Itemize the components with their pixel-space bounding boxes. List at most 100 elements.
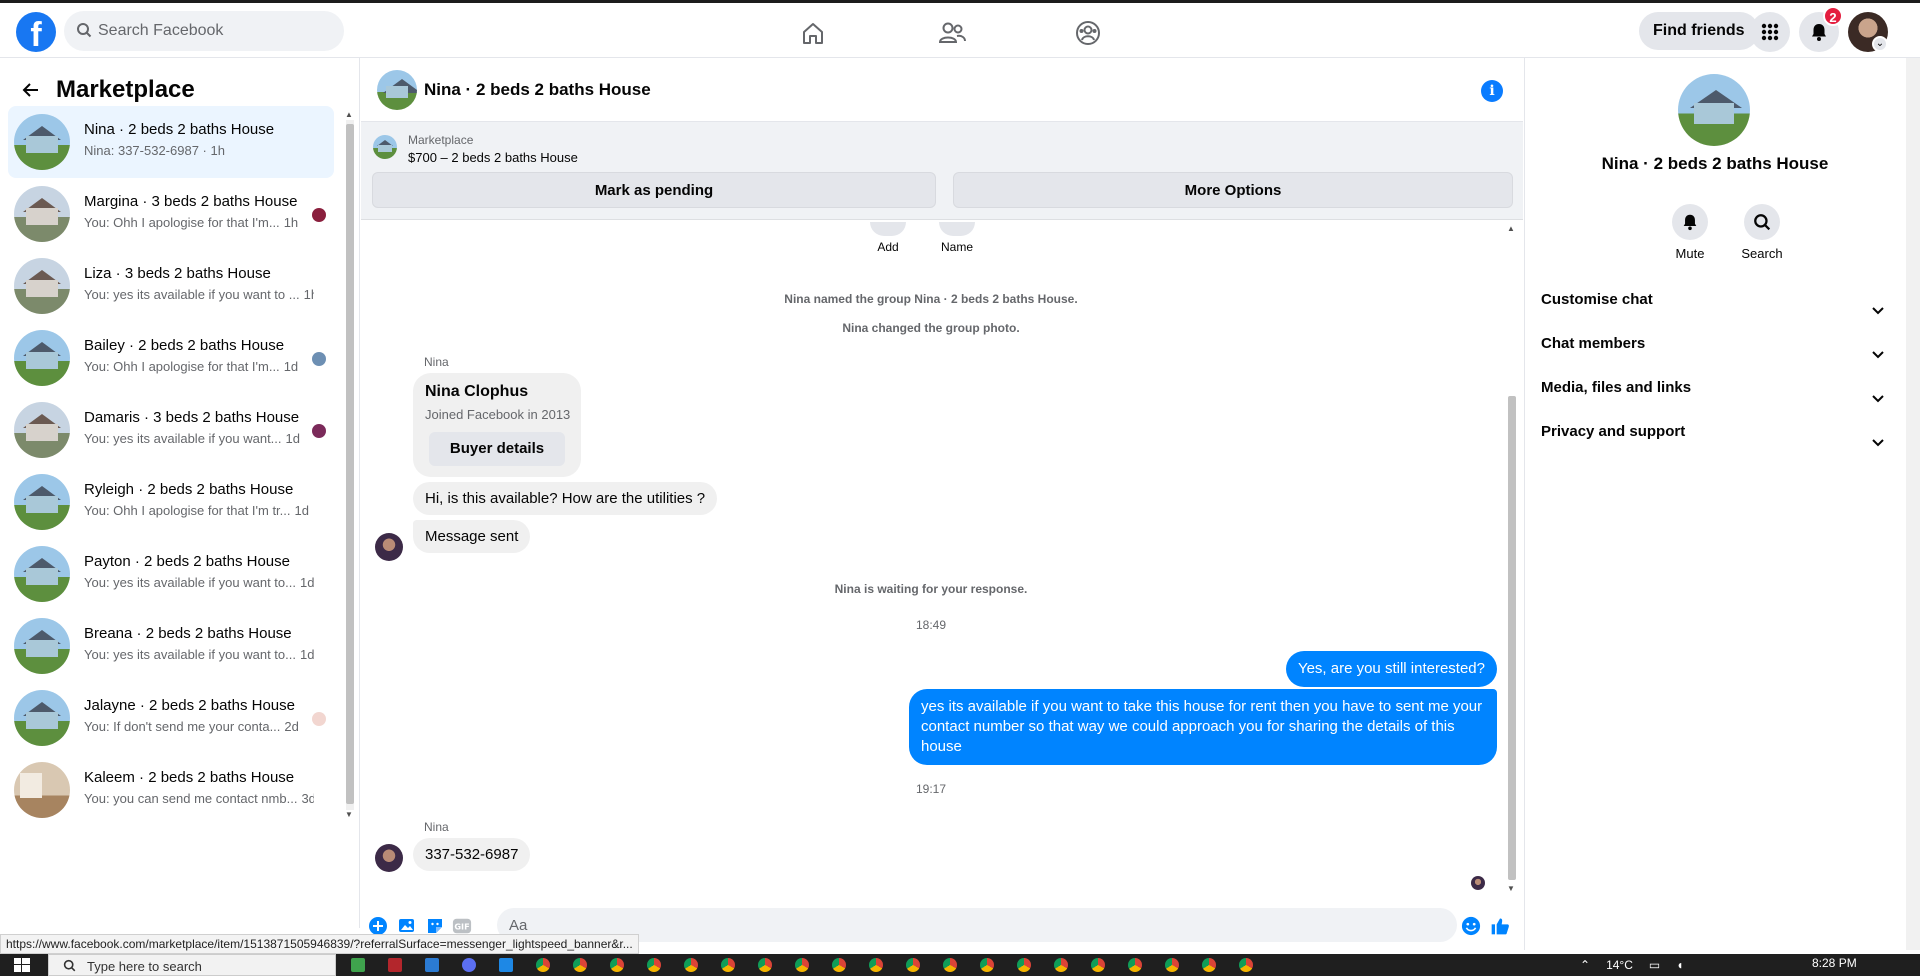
incoming-message[interactable]: Hi, is this available? How are the utili…	[413, 482, 718, 515]
conversation-item[interactable]: Breana · 2 beds 2 baths House You: yes it…	[8, 610, 334, 682]
windows-start-icon[interactable]	[14, 958, 30, 976]
incoming-message[interactable]: 337-532-6987	[413, 838, 531, 871]
clock[interactable]: 8:28 PM	[1812, 956, 1857, 970]
chrome-icon[interactable]	[751, 957, 779, 973]
timestamp: 19:17	[915, 782, 947, 796]
chrome-icon[interactable]	[899, 957, 927, 973]
mark-as-pending-button[interactable]: Mark as pending	[372, 172, 936, 208]
conversation-item[interactable]: Liza · 3 beds 2 baths House You: yes its …	[8, 250, 334, 322]
network-icon[interactable]: ▭	[1649, 958, 1660, 972]
scrollbar-thumb[interactable]	[346, 124, 354, 804]
scroll-up-icon[interactable]: ▲	[1507, 224, 1515, 233]
chrome-icon[interactable]	[788, 957, 816, 973]
buyer-details-button[interactable]: Buyer details	[429, 432, 565, 466]
message-scrollbar[interactable]: ▲ ▼	[1506, 224, 1518, 896]
listing-thumbnail	[14, 618, 70, 674]
page-scrollbar[interactable]	[1906, 58, 1920, 950]
chrome-icon[interactable]	[1010, 957, 1038, 973]
chrome-icon[interactable]	[936, 957, 964, 973]
search-box[interactable]	[64, 11, 344, 51]
media-files-links-row[interactable]: Media, files and links	[1541, 366, 1891, 410]
chrome-icon[interactable]	[1047, 957, 1075, 973]
back-arrow-icon[interactable]	[16, 75, 46, 105]
listing-thumbnail[interactable]	[373, 135, 397, 159]
more-options-button[interactable]: More Options	[953, 172, 1513, 208]
home-icon[interactable]	[795, 15, 831, 51]
thumbs-up-icon[interactable]	[1490, 916, 1510, 936]
photo-icon[interactable]	[397, 916, 417, 936]
chat-avatar[interactable]	[377, 70, 417, 110]
conversation-item[interactable]: Ryleigh · 2 beds 2 baths House You: Ohh I…	[8, 466, 334, 538]
search-input[interactable]	[98, 11, 338, 51]
chrome-icon[interactable]	[1121, 957, 1149, 973]
scroll-down-icon[interactable]: ▼	[1507, 884, 1515, 893]
incoming-message[interactable]: Message sent	[413, 520, 531, 553]
mute-action[interactable]: Mute	[1655, 204, 1725, 261]
privacy-support-row[interactable]: Privacy and support	[1541, 410, 1891, 454]
outgoing-message[interactable]: yes its available if you want to take th…	[909, 689, 1497, 765]
chat-profile-photo[interactable]	[1678, 74, 1750, 146]
friends-icon[interactable]	[934, 15, 970, 51]
sticker-icon[interactable]	[425, 916, 445, 936]
status-url-tooltip: https://www.facebook.com/marketplace/ite…	[0, 934, 639, 954]
scroll-down-icon[interactable]: ▼	[345, 810, 353, 819]
chrome-icon[interactable]	[862, 957, 890, 973]
file-explorer-icon[interactable]	[418, 957, 446, 973]
left-scrollbar[interactable]: ▲ ▼	[344, 110, 356, 820]
customise-chat-row[interactable]: Customise chat	[1541, 278, 1891, 322]
chrome-icon[interactable]	[1084, 957, 1112, 973]
chat-members-row[interactable]: Chat members	[1541, 322, 1891, 366]
taskbar-search[interactable]	[48, 954, 336, 976]
chevron-up-icon[interactable]: ⌃	[1580, 958, 1590, 972]
message-input[interactable]	[497, 908, 1457, 942]
volume-icon[interactable]: ◖	[1676, 958, 1683, 972]
chrome-icon[interactable]	[714, 957, 742, 973]
nina-avatar[interactable]	[375, 533, 403, 561]
taskbar-search-input[interactable]	[87, 955, 287, 976]
chrome-icon[interactable]	[825, 957, 853, 973]
weather-widget[interactable]: 14°C	[1606, 958, 1633, 972]
chrome-icon[interactable]	[603, 957, 631, 973]
conversation-item[interactable]: Jalayne · 2 beds 2 baths House You: If do…	[8, 682, 334, 754]
chrome-icon[interactable]	[1158, 957, 1186, 973]
conversation-item[interactable]: Payton · 2 beds 2 baths House You: yes it…	[8, 538, 334, 610]
name-group-action[interactable]: Name	[932, 222, 982, 254]
chevron-down-icon[interactable]: ⌄	[1872, 36, 1888, 52]
app-icon[interactable]	[492, 957, 520, 973]
chrome-icon[interactable]	[640, 957, 668, 973]
conversation-item[interactable]: Kaleem · 2 beds 2 baths House You: you ca…	[8, 754, 334, 826]
find-friends-button[interactable]: Find friends	[1639, 12, 1759, 50]
add-people-action[interactable]: Add	[863, 222, 913, 254]
plus-circle-icon[interactable]	[368, 916, 388, 936]
facebook-logo-icon[interactable]: f	[16, 12, 56, 52]
app-icon[interactable]	[381, 957, 409, 973]
task-manager-icon[interactable]	[344, 957, 372, 973]
scrollbar-thumb[interactable]	[1508, 396, 1516, 880]
conversation-item[interactable]: Damaris · 3 beds 2 baths House You: yes i…	[8, 394, 334, 466]
menu-grid-icon[interactable]	[1750, 12, 1790, 52]
conversation-time: 1d	[299, 575, 314, 590]
chat-title[interactable]: Nina · 2 beds 2 baths House	[424, 80, 651, 100]
conversation-item[interactable]: Nina · 2 beds 2 baths House Nina: 337-532…	[8, 106, 334, 178]
nina-avatar[interactable]	[375, 844, 403, 872]
listing-price[interactable]: $700 – 2 beds 2 baths House	[408, 150, 578, 165]
info-icon[interactable]: i	[1481, 80, 1503, 102]
chrome-icon[interactable]	[677, 957, 705, 973]
groups-icon[interactable]	[1070, 15, 1106, 51]
conversation-item[interactable]: Bailey · 2 beds 2 baths House You: Ohh I …	[8, 322, 334, 394]
chrome-icon[interactable]	[1232, 957, 1260, 973]
gif-icon[interactable]: GIF	[452, 916, 472, 936]
search-icon[interactable]	[1744, 204, 1780, 240]
search-in-chat-action[interactable]: Search	[1727, 204, 1797, 261]
app-icon[interactable]	[455, 957, 483, 973]
chrome-icon[interactable]	[529, 957, 557, 973]
bell-icon[interactable]	[1672, 204, 1708, 240]
conversation-item[interactable]: Margina · 3 beds 2 baths House You: Ohh I…	[8, 178, 334, 250]
conversation-preview: You: If don't send me your conta... 2d	[84, 719, 299, 734]
chrome-icon[interactable]	[566, 957, 594, 973]
outgoing-message[interactable]: Yes, are you still interested?	[1285, 651, 1497, 687]
scroll-up-icon[interactable]: ▲	[345, 110, 353, 119]
chrome-icon[interactable]	[973, 957, 1001, 973]
chrome-icon[interactable]	[1195, 957, 1223, 973]
emoji-icon[interactable]	[1461, 916, 1481, 936]
